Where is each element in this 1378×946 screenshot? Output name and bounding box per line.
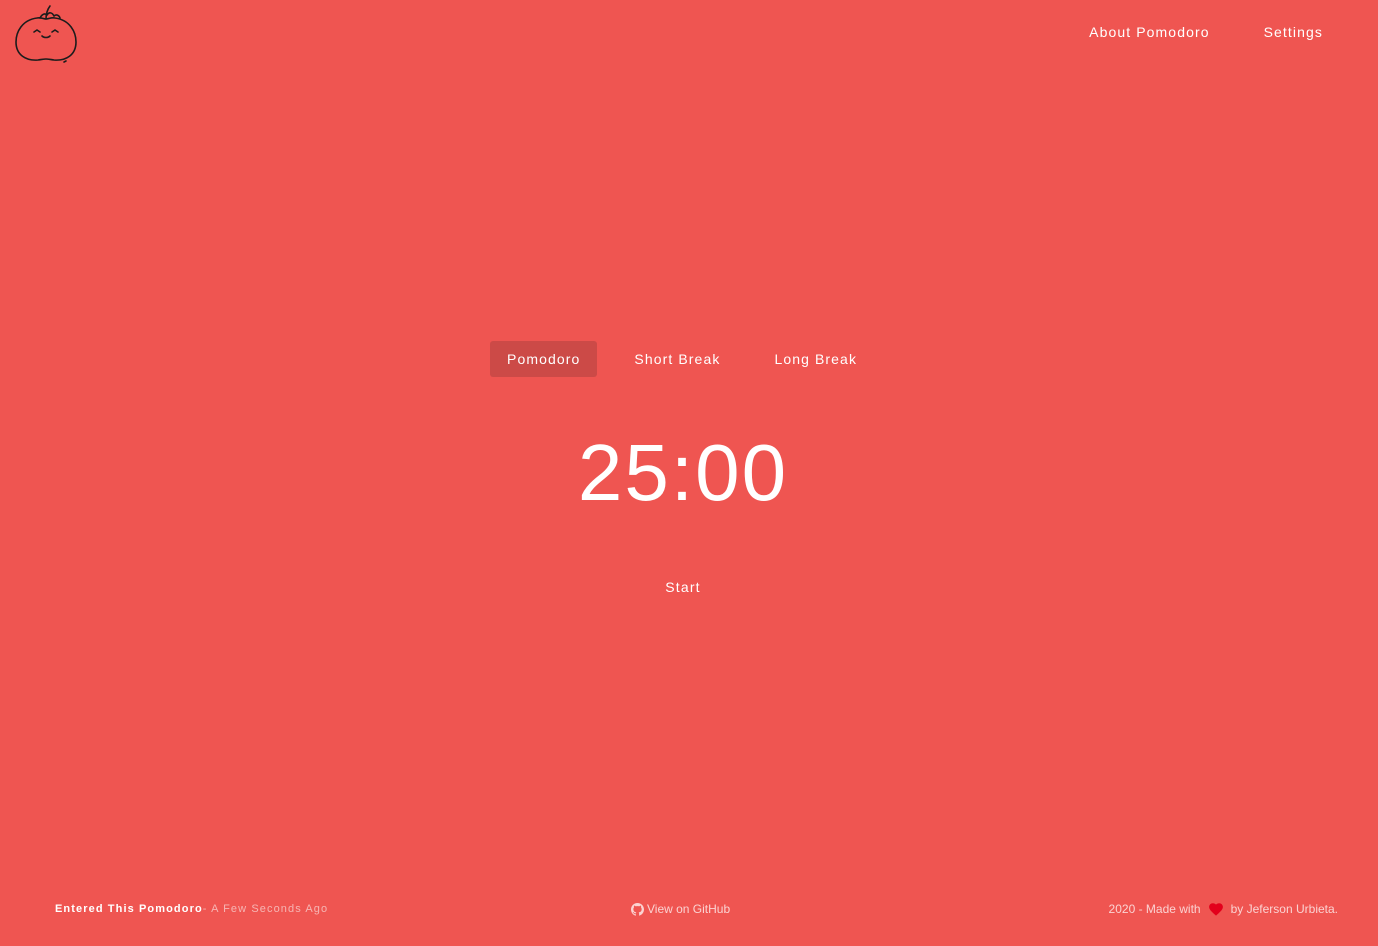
tab-short-break[interactable]: Short Break	[617, 341, 737, 377]
timer-display: 25:00	[577, 428, 789, 517]
top-navigation: About Pomodoro Settings	[1089, 23, 1323, 41]
start-button[interactable]: Start	[665, 577, 701, 597]
credits: 2020 - Made with by Jeferson Urbieta.	[1109, 902, 1338, 916]
github-link[interactable]: View on GitHub	[631, 902, 730, 916]
github-icon	[631, 902, 644, 916]
tab-pomodoro[interactable]: Pomodoro	[490, 341, 598, 377]
pomodoro-entry-status: Entered This Pomodoro- A Few Seconds Ago	[55, 903, 328, 915]
tab-long-break[interactable]: Long Break	[757, 341, 874, 377]
footer: Entered This Pomodoro- A Few Seconds Ago…	[0, 900, 1378, 922]
entered-label: Entered This Pomodoro	[55, 903, 203, 915]
heart-icon	[1208, 902, 1223, 916]
made-with-text: 2020 - Made with	[1108, 902, 1201, 916]
nav-about-pomodoro[interactable]: About Pomodoro	[1089, 23, 1209, 41]
nav-settings[interactable]: Settings	[1264, 23, 1323, 41]
github-link-label: View on GitHub	[647, 902, 731, 916]
tomato-logo-icon[interactable]	[14, 2, 78, 64]
start-container: Start	[0, 577, 1366, 597]
mode-tabs: Pomodoro Short Break Long Break	[490, 341, 874, 377]
entered-time: - A Few Seconds Ago	[202, 903, 329, 915]
author-credit: by Jeferson Urbieta.	[1230, 902, 1338, 916]
